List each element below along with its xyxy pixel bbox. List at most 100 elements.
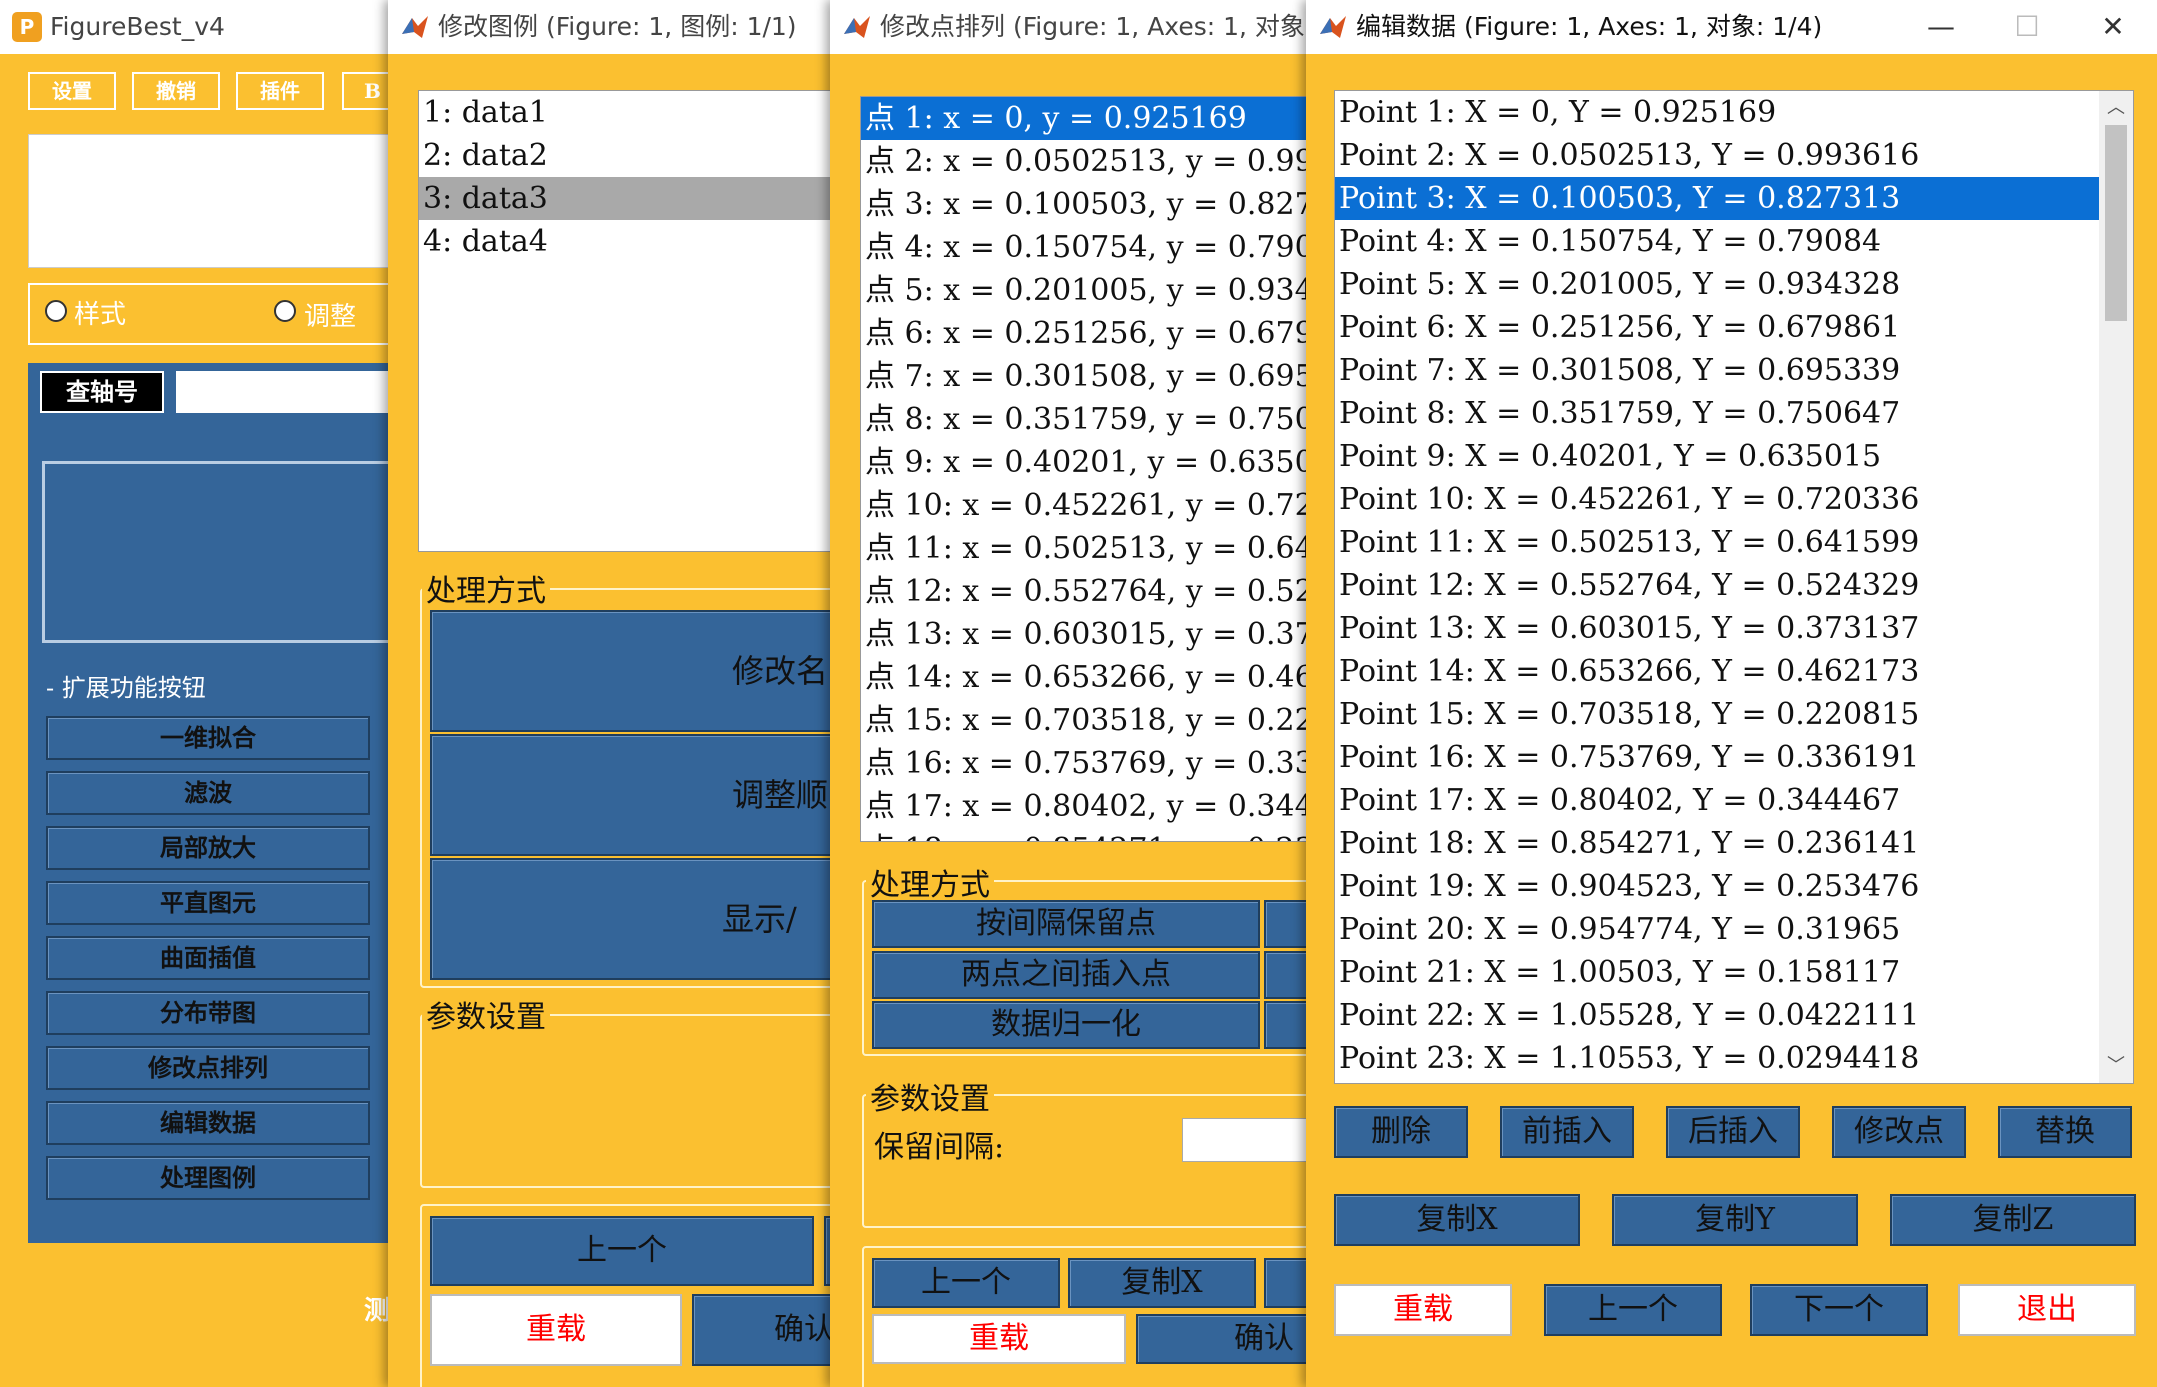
legend-titlebar[interactable]: 修改图例 (Figure: 1, 图例: 1/1) (388, 0, 848, 54)
list-item[interactable]: Point 19: X = 0.904523, Y = 0.253476 (1335, 865, 2099, 908)
list-item[interactable]: Point 15: X = 0.703518, Y = 0.220815 (1335, 693, 2099, 736)
edit-data-button[interactable]: 编辑数据 (46, 1101, 370, 1145)
list-item[interactable]: 点 8: x = 0.351759, y = 0.750647 (861, 398, 1310, 441)
show-hide-button[interactable]: 显示/ (430, 858, 848, 980)
flat-element-button[interactable]: 平直图元 (46, 881, 370, 925)
settings-button[interactable]: 设置 (28, 72, 116, 110)
copy-z-button[interactable]: 复制Z (1890, 1194, 2136, 1246)
normalize-extra-button[interactable] (1264, 1001, 1310, 1049)
edit-data-titlebar[interactable]: 编辑数据 (Figure: 1, Axes: 1, 对象: 1/4) — ☐ ✕ (1306, 0, 2157, 54)
scroll-down-icon[interactable]: ﹀ (2099, 1049, 2133, 1083)
list-item[interactable]: 点 9: x = 0.40201, y = 0.635015 (861, 441, 1310, 484)
list-item[interactable]: 4: data4 (419, 220, 848, 263)
list-item[interactable]: Point 7: X = 0.301508, Y = 0.695339 (1335, 349, 2099, 392)
list-item[interactable]: Point 23: X = 1.10553, Y = 0.0294418 (1335, 1037, 2099, 1080)
rename-button[interactable]: 修改名 (430, 610, 848, 732)
keep-interval-input[interactable] (1182, 1118, 1310, 1162)
list-item[interactable]: Point 11: X = 0.502513, Y = 0.641599 (1335, 521, 2099, 564)
list-item[interactable]: Point 17: X = 0.80402, Y = 0.344467 (1335, 779, 2099, 822)
list-item[interactable]: Point 18: X = 0.854271, Y = 0.236141 (1335, 822, 2099, 865)
axis-number-button[interactable]: 查轴号 (40, 371, 164, 413)
prev-button[interactable]: 上一个 (1544, 1284, 1722, 1336)
data-points-listbox[interactable]: Point 1: X = 0, Y = 0.925169 Point 2: X … (1334, 90, 2134, 1084)
list-item-selected[interactable]: 点 1: x = 0, y = 0.925169 (861, 97, 1310, 140)
keep-interval-button[interactable]: 按间隔保留点 (872, 900, 1260, 948)
replace-button[interactable]: 替换 (1998, 1106, 2132, 1158)
list-item[interactable]: Point 1: X = 0, Y = 0.925169 (1335, 91, 2099, 134)
list-item[interactable]: Point 20: X = 0.954774, Y = 0.31965 (1335, 908, 2099, 951)
surface-interp-button[interactable]: 曲面插值 (46, 936, 370, 980)
copy-y-button[interactable]: 复制Y (1612, 1194, 1858, 1246)
reorder-points-button[interactable]: 修改点排列 (46, 1046, 370, 1090)
axis-number-input[interactable] (176, 371, 400, 413)
delete-button[interactable]: 删除 (1334, 1106, 1468, 1158)
reorder-button[interactable]: 调整顺 (430, 734, 848, 856)
next-button[interactable]: 下一个 (1750, 1284, 1928, 1336)
plugin-button[interactable]: 插件 (236, 72, 324, 110)
filter-button[interactable]: 滤波 (46, 771, 370, 815)
list-item[interactable]: Point 12: X = 0.552764, Y = 0.524329 (1335, 564, 2099, 607)
list-item[interactable]: Point 5: X = 0.201005, Y = 0.934328 (1335, 263, 2099, 306)
copy-x-button[interactable]: 复制X (1334, 1194, 1580, 1246)
info-textbox[interactable] (28, 134, 400, 268)
minimize-button[interactable]: — (1898, 0, 1984, 54)
list-item[interactable]: 2: data2 (419, 134, 848, 177)
list-item-selected[interactable]: Point 3: X = 0.100503, Y = 0.827313 (1335, 177, 2099, 220)
list-item-selected[interactable]: 3: data3 (419, 177, 848, 220)
reorder-titlebar[interactable]: 修改点排列 (Figure: 1, Axes: 1, 对象: 1/ (830, 0, 1310, 54)
list-item[interactable]: 点 16: x = 0.753769, y = 0.336191 (861, 742, 1310, 785)
confirm-button[interactable]: 确认 (692, 1294, 848, 1366)
list-item[interactable]: Point 16: X = 0.753769, Y = 0.336191 (1335, 736, 2099, 779)
list-item[interactable]: 1: data1 (419, 91, 848, 134)
close-button[interactable]: ✕ (2070, 0, 2156, 54)
reload-button[interactable]: 重载 (430, 1294, 682, 1366)
keep-interval-extra-button[interactable] (1264, 900, 1310, 948)
list-item[interactable]: Point 2: X = 0.0502513, Y = 0.993616 (1335, 134, 2099, 177)
list-item[interactable]: 点 7: x = 0.301508, y = 0.695339 (861, 355, 1310, 398)
list-item[interactable]: 点 6: x = 0.251256, y = 0.679861 (861, 312, 1310, 355)
prev-button[interactable]: 上一个 (430, 1216, 814, 1286)
list-item[interactable]: Point 14: X = 0.653266, Y = 0.462173 (1335, 650, 2099, 693)
list-item[interactable]: Point 9: X = 0.40201, Y = 0.635015 (1335, 435, 2099, 478)
confirm-button[interactable]: 确认 (1136, 1314, 1310, 1364)
vertical-scrollbar[interactable]: ︿ ﹀ (2099, 91, 2133, 1083)
list-item[interactable]: 点 3: x = 0.100503, y = 0.827313 (861, 183, 1310, 226)
list-item[interactable]: 点 14: x = 0.653266, y = 0.462173 (861, 656, 1310, 699)
list-item[interactable]: 点 15: x = 0.703518, y = 0.220815 (861, 699, 1310, 742)
list-item[interactable]: Point 10: X = 0.452261, Y = 0.720336 (1335, 478, 2099, 521)
modify-point-button[interactable]: 修改点 (1832, 1106, 1966, 1158)
fit-1d-button[interactable]: 一维拟合 (46, 716, 370, 760)
list-item[interactable]: 点 2: x = 0.0502513, y = 0.993616 (861, 140, 1310, 183)
legend-process-button[interactable]: 处理图例 (46, 1156, 370, 1200)
adjust-radio[interactable] (274, 300, 296, 322)
points-listbox[interactable]: 点 1: x = 0, y = 0.925169 点 2: x = 0.0502… (860, 96, 1310, 842)
insert-between-button[interactable]: 两点之间插入点 (872, 951, 1260, 999)
list-item[interactable]: 点 13: x = 0.603015, y = 0.373137 (861, 613, 1310, 656)
insert-after-button[interactable]: 后插入 (1666, 1106, 1800, 1158)
list-item[interactable]: Point 22: X = 1.05528, Y = 0.0422111 (1335, 994, 2099, 1037)
prev-button[interactable]: 上一个 (872, 1258, 1060, 1308)
legend-listbox[interactable]: 1: data1 2: data2 3: data3 4: data4 (418, 90, 848, 552)
exit-button[interactable]: 退出 (1958, 1284, 2136, 1336)
band-plot-button[interactable]: 分布带图 (46, 991, 370, 1035)
list-item[interactable]: Point 6: X = 0.251256, Y = 0.679861 (1335, 306, 2099, 349)
list-item[interactable]: 点 10: x = 0.452261, y = 0.720336 (861, 484, 1310, 527)
maximize-button[interactable]: ☐ (1984, 0, 2070, 54)
list-item[interactable]: 点 17: x = 0.80402, y = 0.344467 (861, 785, 1310, 828)
reload-button[interactable]: 重载 (1334, 1284, 1512, 1336)
style-radio[interactable] (45, 300, 67, 322)
insert-between-extra-button[interactable] (1264, 951, 1310, 999)
list-item[interactable]: Point 13: X = 0.603015, Y = 0.373137 (1335, 607, 2099, 650)
figurebest-titlebar[interactable]: P FigureBest_v4 (0, 0, 400, 54)
list-item[interactable]: Point 4: X = 0.150754, Y = 0.79084 (1335, 220, 2099, 263)
scrollbar-thumb[interactable] (2105, 125, 2127, 321)
list-item[interactable]: 点 12: x = 0.552764, y = 0.524329 (861, 570, 1310, 613)
zoom-button[interactable]: 局部放大 (46, 826, 370, 870)
insert-before-button[interactable]: 前插入 (1500, 1106, 1634, 1158)
list-item[interactable]: Point 21: X = 1.00503, Y = 0.158117 (1335, 951, 2099, 994)
list-item[interactable]: 点 5: x = 0.201005, y = 0.934328 (861, 269, 1310, 312)
list-item[interactable]: 点 11: x = 0.502513, y = 0.641599 (861, 527, 1310, 570)
list-item[interactable]: Point 8: X = 0.351759, Y = 0.750647 (1335, 392, 2099, 435)
normalize-button[interactable]: 数据归一化 (872, 1001, 1260, 1049)
list-item[interactable]: 点 18: x = 0.854271, y = 0.236141 (861, 828, 1310, 841)
